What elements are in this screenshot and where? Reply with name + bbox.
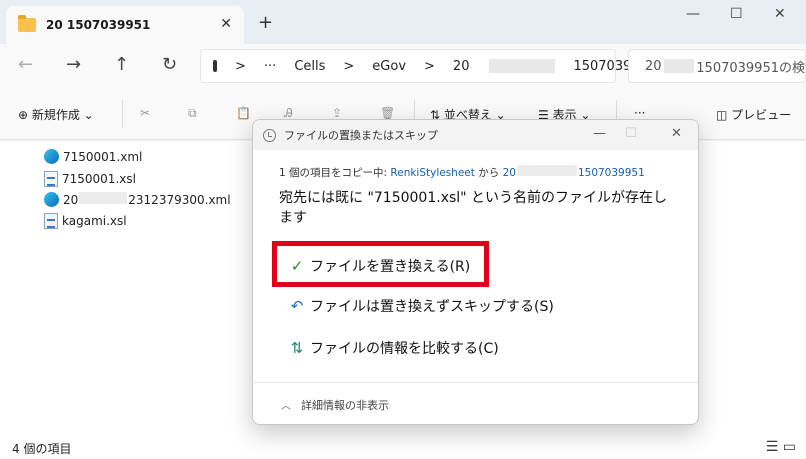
breadcrumb-egov[interactable]: eGov — [372, 59, 406, 74]
conflict-message: 宛先には既に "7150001.xsl" という名前のファイルが存在します — [279, 190, 668, 226]
clock-icon — [263, 128, 276, 142]
address-bar[interactable]: > ··· Cells > eGov > 20 1507039951 — [200, 49, 656, 83]
redacted-block — [489, 59, 556, 73]
folder-icon — [18, 15, 36, 32]
replace-file-option[interactable]: ✓ ファイルを置き換える(R) — [288, 256, 471, 276]
file-name: 20 2312379300.xml — [63, 192, 231, 207]
redacted-block — [79, 192, 128, 204]
skip-file-option[interactable]: ↶ ファイルは置き換えずスキップする(S) — [288, 296, 554, 316]
list-item[interactable]: kagami.xsl — [44, 213, 127, 229]
maximize-button[interactable]: ☐ — [730, 6, 743, 22]
new-tab-button[interactable]: + — [258, 12, 273, 33]
xsl-file-icon — [44, 171, 58, 187]
computer-icon — [213, 60, 217, 72]
dialog-title-bar: ファイルの置換またはスキップ — ☐ ✕ — [253, 120, 698, 150]
minimize-button[interactable]: — — [686, 6, 700, 22]
close-window-button[interactable]: ✕ — [774, 6, 786, 22]
up-button[interactable]: ↑ — [114, 54, 129, 75]
details-toggle[interactable]: ︿ 詳細情報の非表示 — [253, 382, 698, 424]
breadcrumb-cells[interactable]: Cells — [294, 59, 325, 74]
redacted-block — [663, 59, 695, 73]
paste-icon[interactable]: 📋 — [236, 106, 251, 120]
cut-icon[interactable]: ✂ — [140, 106, 150, 120]
redacted-block — [516, 165, 577, 176]
search-input[interactable]: 20 1507039951の検 — [628, 49, 806, 83]
breadcrumb-separator: > — [343, 58, 355, 74]
list-item[interactable]: 7150001.xml — [44, 149, 142, 164]
view-toggle-icons[interactable]: ☰ ▭ — [766, 439, 796, 455]
forward-button[interactable]: → — [66, 54, 81, 75]
back-button[interactable]: ← — [18, 54, 33, 75]
xsl-file-icon — [44, 213, 58, 229]
copy-progress-text: 1 個の項目をコピー中: RenkiStylesheet から 20 150703… — [279, 165, 645, 179]
preview-button[interactable]: ◫ プレビュー — [716, 106, 791, 123]
breadcrumb-separator: > — [424, 58, 435, 74]
dialog-title: ファイルの置換またはスキップ — [284, 129, 438, 142]
refresh-button[interactable]: ↻ — [162, 54, 177, 75]
list-item[interactable]: 7150001.xsl — [44, 171, 136, 187]
title-bar: 20 1507039951 ✕ + — ☐ ✕ — [0, 0, 806, 44]
replace-or-skip-dialog: ファイルの置換またはスキップ — ☐ ✕ 1 個の項目をコピー中: RenkiS… — [252, 119, 699, 425]
dest-folder-link[interactable]: 20 1507039951 — [503, 165, 645, 179]
checkmark-icon: ✓ — [290, 257, 304, 275]
compare-icon: ⇅ — [290, 339, 304, 357]
breadcrumb-separator: > — [235, 58, 246, 74]
list-item[interactable]: 20 2312379300.xml — [44, 192, 231, 207]
dialog-maximize-button: ☐ — [625, 126, 637, 141]
dialog-minimize-button[interactable]: — — [593, 126, 606, 141]
xml-file-icon — [44, 149, 59, 164]
status-bar: 4 個の項目 ☰ ▭ — [0, 431, 806, 459]
more-options-button[interactable]: ··· — [634, 106, 645, 120]
compare-info-option[interactable]: ⇅ ファイルの情報を比較する(C) — [288, 338, 499, 358]
tab-close-icon[interactable]: ✕ — [220, 16, 232, 32]
skip-arrow-icon: ↶ — [290, 297, 304, 315]
address-row: ← → ↑ ↻ > ··· Cells > eGov > 20 150703995… — [0, 44, 806, 88]
chevron-up-icon: ︿ — [281, 401, 291, 412]
share-icon[interactable]: ⇪ — [332, 106, 342, 120]
delete-icon[interactable]: 🗑 — [380, 106, 395, 120]
new-item-button[interactable]: ⊕ 新規作成 ⌄ — [18, 106, 94, 123]
copy-icon[interactable]: ⧉ — [188, 106, 197, 121]
item-count: 4 個の項目 — [12, 442, 72, 456]
dialog-close-button[interactable]: ✕ — [671, 126, 682, 141]
tab-current-folder[interactable]: 20 1507039951 ✕ — [6, 6, 244, 44]
tab-title: 20 1507039951 — [46, 18, 151, 32]
xml-file-icon — [44, 192, 59, 207]
breadcrumb-overflow[interactable]: ··· — [264, 59, 276, 74]
divider — [122, 100, 123, 128]
source-folder-link[interactable]: RenkiStylesheet — [390, 167, 474, 179]
